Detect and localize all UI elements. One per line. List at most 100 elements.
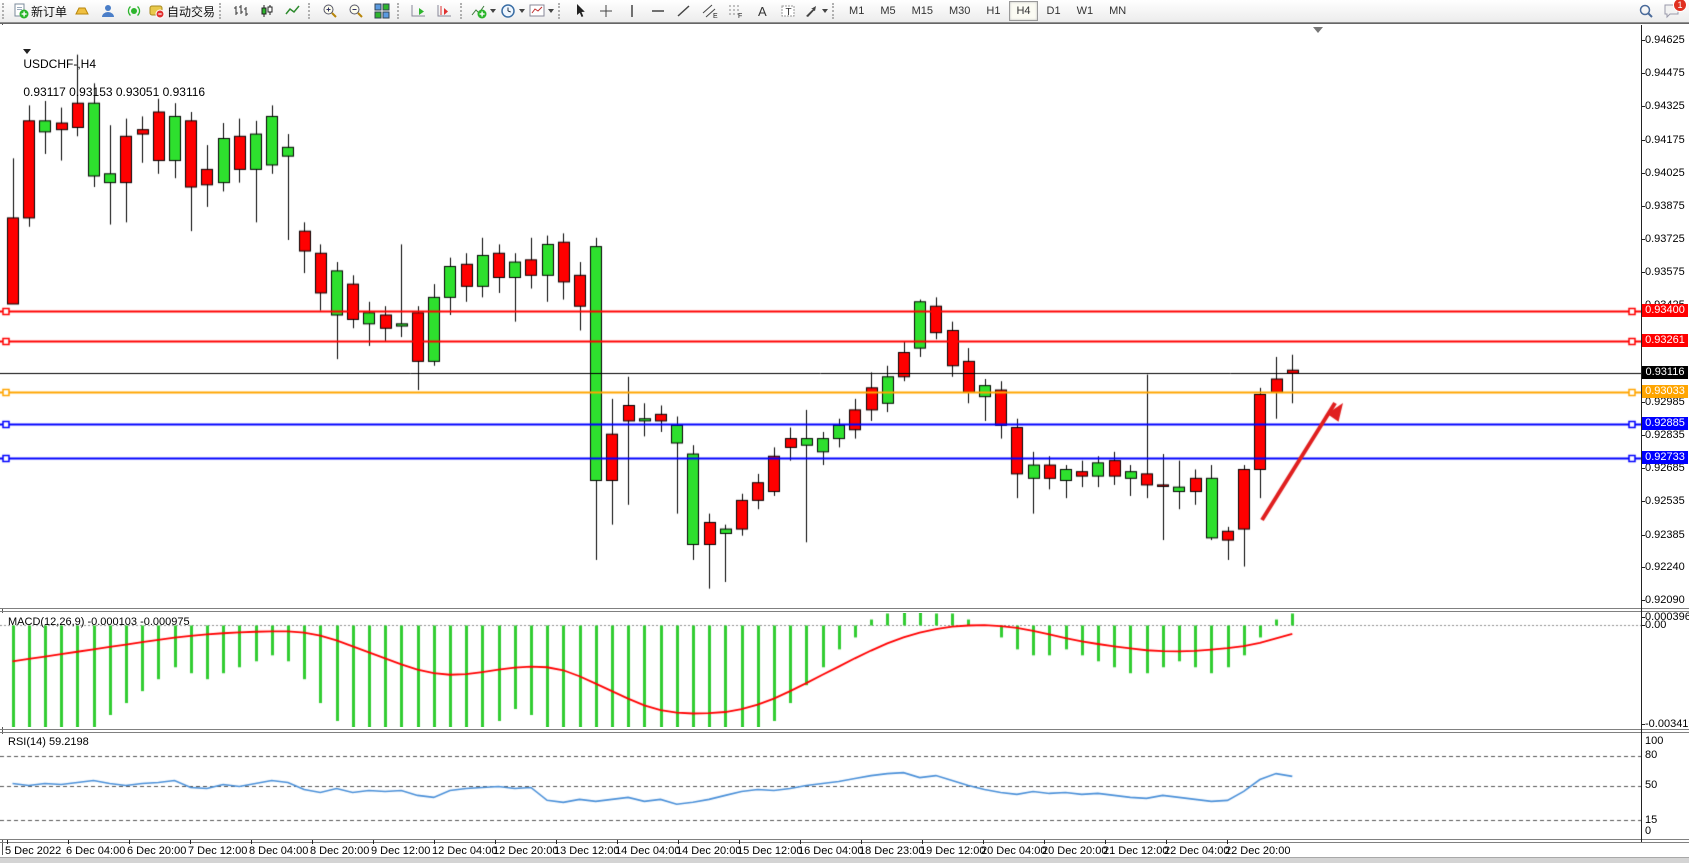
bars-chart-icon <box>233 3 249 19</box>
indicators-button[interactable] <box>469 1 498 21</box>
date-label: 8 Dec 04:00 <box>249 845 308 857</box>
chart-shift-marker-icon[interactable] <box>1313 27 1323 33</box>
community-icon <box>100 3 116 19</box>
pane-separator <box>0 842 1689 843</box>
horizontal-line-button[interactable] <box>645 1 671 21</box>
price-line-label: 0.92733 <box>1642 451 1688 464</box>
time-tick <box>556 840 557 844</box>
date-label: 18 Dec 23:00 <box>859 845 924 857</box>
zoom-out-button[interactable] <box>343 1 369 21</box>
line-chart-button[interactable] <box>280 1 306 21</box>
chevron-down-icon[interactable] <box>519 9 525 13</box>
period-h1-button[interactable]: H1 <box>979 1 1007 21</box>
price-tick-label: 0.92385 <box>1645 529 1685 541</box>
rsi-pane-canvas[interactable] <box>0 734 1641 839</box>
auto-scroll-icon <box>411 3 427 19</box>
time-tick <box>861 840 862 844</box>
gold-icon <box>74 3 90 19</box>
macd-axis-label: 0.00 <box>1645 619 1666 631</box>
price-tick-label: 0.92240 <box>1645 561 1685 573</box>
pane-separator[interactable] <box>0 611 1689 612</box>
price-line-label: 0.93116 <box>1642 366 1688 379</box>
arrows-shapes-button[interactable] <box>801 1 830 21</box>
date-label: 9 Dec 12:00 <box>371 845 430 857</box>
price-line-label: 0.93261 <box>1642 334 1688 347</box>
price-tick-label: 0.94025 <box>1645 167 1685 179</box>
toolbar-group-handle[interactable] <box>832 3 839 19</box>
period-m5-button[interactable]: M5 <box>873 1 902 21</box>
time-tick <box>312 840 313 844</box>
time-tick <box>922 840 923 844</box>
text-label-button[interactable]: T <box>775 1 801 21</box>
rsi-axis-label: 50 <box>1645 779 1657 791</box>
chart-shift-icon <box>437 3 453 19</box>
price-tick-label: 0.92535 <box>1645 495 1685 507</box>
equidistant-channel-icon: E <box>702 3 718 19</box>
chart-menu-arrow-icon[interactable] <box>23 49 31 54</box>
text-button[interactable]: A <box>749 1 775 21</box>
period-m30-button[interactable]: M30 <box>942 1 977 21</box>
date-label: 8 Dec 20:00 <box>310 845 369 857</box>
zoom-in-icon <box>322 3 338 19</box>
auto-scroll-button[interactable] <box>406 1 432 21</box>
time-tick <box>1044 840 1045 844</box>
date-label: 20 Dec 04:00 <box>981 845 1046 857</box>
trend-line-icon <box>676 3 692 19</box>
pane-separator[interactable] <box>0 608 1689 609</box>
price-tick-label: 0.93575 <box>1645 266 1685 278</box>
date-label: 13 Dec 12:00 <box>554 845 619 857</box>
fibonacci-button[interactable]: F <box>723 1 749 21</box>
community-button[interactable] <box>95 1 121 21</box>
chart-shift-button[interactable] <box>432 1 458 21</box>
period-w1-button[interactable]: W1 <box>1070 1 1101 21</box>
notifications-button[interactable]: 1 <box>1659 1 1685 21</box>
toolbar-group-handle[interactable] <box>2 3 9 19</box>
chevron-down-icon[interactable] <box>822 9 828 13</box>
macd-pane-canvas[interactable] <box>0 613 1641 727</box>
pane-separator[interactable] <box>0 732 1689 733</box>
crosshair-button[interactable] <box>593 1 619 21</box>
search-icon <box>1638 3 1654 19</box>
date-label: 5 Dec 2022 <box>5 845 61 857</box>
period-d1-button[interactable]: D1 <box>1040 1 1068 21</box>
period-mn-button[interactable]: MN <box>1102 1 1133 21</box>
toolbar-group-handle[interactable] <box>308 3 315 19</box>
chevron-down-icon[interactable] <box>548 9 554 13</box>
date-label: 22 Dec 20:00 <box>1225 845 1290 857</box>
signals-button[interactable] <box>121 1 147 21</box>
period-h4-button[interactable]: H4 <box>1009 1 1037 21</box>
zoom-out-icon <box>348 3 364 19</box>
date-label: 19 Dec 12:00 <box>920 845 985 857</box>
auto-trading-button[interactable]: 自动交易 <box>147 1 217 21</box>
signals-icon <box>126 3 142 19</box>
price-line-label: 0.93400 <box>1642 304 1688 317</box>
price-tick <box>1641 625 1645 626</box>
new-order-button[interactable]: 新订单 <box>11 1 69 21</box>
period-m15-button[interactable]: M15 <box>905 1 940 21</box>
main-toolbar: 新订单 自动交易 EFAT M1M5M15M30H1H4D1W1MN 1 <box>0 0 1689 23</box>
templates-button[interactable] <box>527 1 556 21</box>
candle-chart-button[interactable] <box>254 1 280 21</box>
chart-window[interactable]: USDCHF-,H4 0.93117 0.93153 0.93051 0.931… <box>0 23 1689 861</box>
rsi-label: RSI(14) 59.2198 <box>8 736 89 748</box>
tile-windows-button[interactable] <box>369 1 395 21</box>
gold-button[interactable] <box>69 1 95 21</box>
period-m1-button[interactable]: M1 <box>842 1 871 21</box>
toolbar-group-handle[interactable] <box>558 3 565 19</box>
toolbar-group-handle[interactable] <box>219 3 226 19</box>
pane-separator[interactable] <box>0 729 1689 730</box>
main-chart-canvas[interactable] <box>0 25 1641 608</box>
chevron-down-icon[interactable] <box>490 9 496 13</box>
toolbar-group-handle[interactable] <box>460 3 467 19</box>
date-label: 6 Dec 04:00 <box>66 845 125 857</box>
time-tick <box>678 840 679 844</box>
trend-line-button[interactable] <box>671 1 697 21</box>
search-button[interactable] <box>1633 1 1659 21</box>
vertical-line-button[interactable] <box>619 1 645 21</box>
bars-chart-button[interactable] <box>228 1 254 21</box>
zoom-in-button[interactable] <box>317 1 343 21</box>
equidistant-channel-button[interactable]: E <box>697 1 723 21</box>
timeframes-clock-button[interactable] <box>498 1 527 21</box>
toolbar-group-handle[interactable] <box>397 3 404 19</box>
cursor-button[interactable] <box>567 1 593 21</box>
